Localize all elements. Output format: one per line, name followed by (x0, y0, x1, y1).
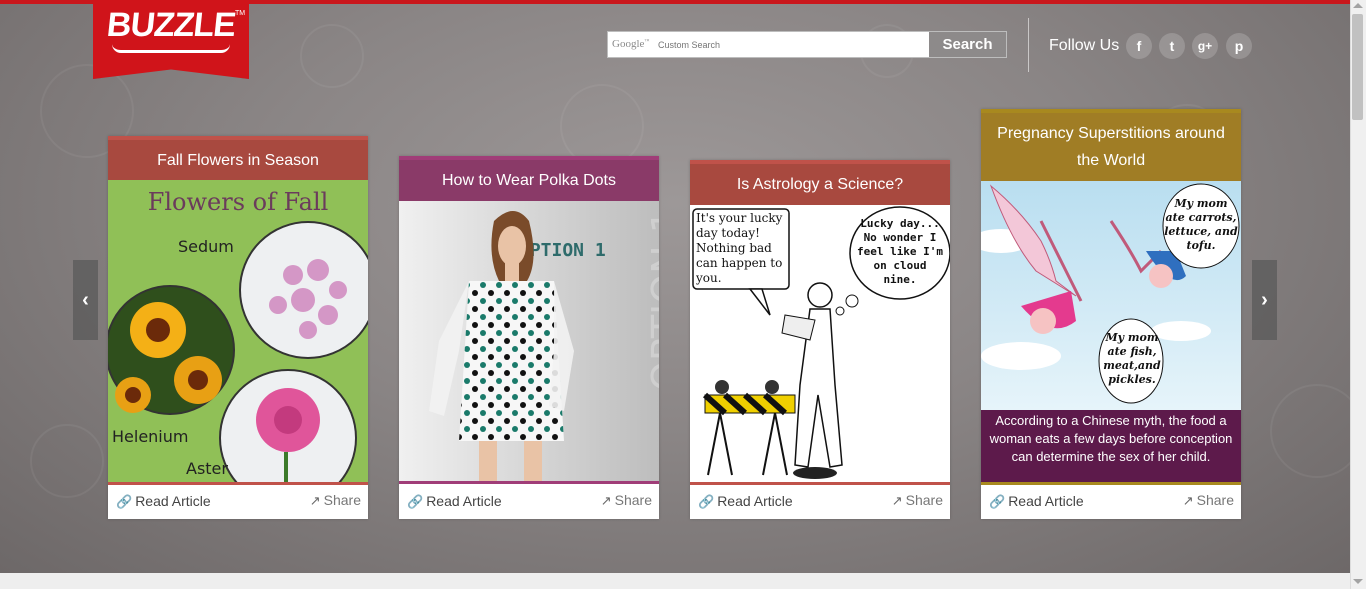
scroll-down-arrow-icon[interactable] (1353, 579, 1363, 584)
share-icon: ↗ (600, 493, 612, 508)
card-image[interactable]: Flowers of Fall Sedum Helenium Aster (108, 180, 368, 482)
speech-bubble-right: Lucky day... No wonder I feel like I'm o… (856, 217, 944, 286)
read-article-link[interactable]: 🔗 Read Article (407, 493, 502, 510)
header-divider (1028, 18, 1029, 72)
share-button[interactable]: ↗ Share (601, 492, 652, 509)
card-title[interactable]: Pregnancy Superstitions around the World (981, 113, 1241, 181)
card-divider (108, 482, 368, 485)
speech-bubble-bottom: My mom ate fish, meat,and pickles. (1103, 331, 1161, 386)
card-divider (981, 482, 1241, 485)
logo-trademark: TM (235, 10, 246, 17)
article-card-astrology[interactable]: Is Astrology a Science? It's your lucky … (690, 160, 950, 519)
link-icon: 🔗 (116, 494, 133, 509)
share-icon: ↗ (891, 493, 903, 508)
google-plus-icon[interactable]: g+ (1192, 33, 1218, 59)
card-title[interactable]: Fall Flowers in Season (108, 140, 368, 180)
article-card-polka-dots[interactable]: How to Wear Polka Dots OPTION 1 OPTION 1… (399, 156, 659, 519)
read-article-link[interactable]: 🔗 Read Article (989, 493, 1084, 510)
fall-flowers-illustration: Flowers of Fall Sedum Helenium Aster (108, 180, 368, 482)
footer-strip (0, 573, 1350, 589)
logo-text: BUZZLE (105, 6, 238, 44)
card-image[interactable]: It's your lucky day today! Nothing bad c… (690, 205, 950, 482)
search-button[interactable]: Search (929, 32, 1006, 57)
art-label-sedum: Sedum (178, 237, 234, 256)
search-input[interactable] (608, 32, 928, 57)
article-card-fall-flowers[interactable]: Fall Flowers in Season Flowers of Fall S… (108, 136, 368, 519)
pinterest-icon[interactable]: p (1226, 33, 1252, 59)
polka-dots-illustration: OPTION 1 OPTION 1 (399, 201, 659, 481)
link-icon: 🔗 (989, 494, 1006, 509)
facebook-icon[interactable]: f (1126, 33, 1152, 59)
card-divider (690, 482, 950, 485)
svg-text:OPTION 1: OPTION 1 (644, 209, 659, 391)
share-icon: ↗ (309, 493, 321, 508)
link-icon: 🔗 (407, 494, 424, 509)
read-article-link[interactable]: 🔗 Read Article (116, 493, 211, 510)
article-card-pregnancy-superstitions[interactable]: Pregnancy Superstitions around the World… (981, 109, 1241, 519)
link-icon: 🔗 (698, 494, 715, 509)
twitter-icon[interactable]: t (1159, 33, 1185, 59)
share-icon: ↗ (1182, 493, 1194, 508)
art-label-aster: Aster (186, 459, 228, 478)
scrollbar-thumb[interactable] (1352, 14, 1363, 120)
share-button[interactable]: ↗ Share (1183, 492, 1234, 509)
carousel-prev-button[interactable]: ‹ (73, 260, 98, 340)
image-caption: According to a Chinese myth, the food a … (981, 410, 1241, 482)
card-title[interactable]: Is Astrology a Science? (690, 164, 950, 205)
card-divider (399, 481, 659, 484)
speech-bubble-left: It's your lucky day today! Nothing bad c… (696, 211, 783, 285)
art-label-helenium: Helenium (112, 427, 188, 446)
share-button[interactable]: ↗ Share (892, 492, 943, 509)
logo-swoosh (112, 44, 230, 53)
pregnancy-illustration: My mom ate carrots, lettuce, and tofu. M… (981, 181, 1241, 410)
card-title[interactable]: How to Wear Polka Dots (399, 160, 659, 201)
carousel-next-button[interactable]: › (1252, 260, 1277, 340)
share-button[interactable]: ↗ Share (310, 492, 361, 509)
card-image[interactable]: OPTION 1 OPTION 1 (399, 201, 659, 481)
astrology-illustration: It's your lucky day today! Nothing bad c… (690, 205, 950, 482)
scroll-up-arrow-icon[interactable] (1353, 3, 1363, 8)
follow-us-label: Follow Us (1049, 37, 1120, 54)
read-article-link[interactable]: 🔗 Read Article (698, 493, 793, 510)
speech-bubble-top: My mom ate carrots, lettuce, and tofu. (1164, 197, 1238, 252)
art-heading: Flowers of Fall (148, 188, 329, 216)
